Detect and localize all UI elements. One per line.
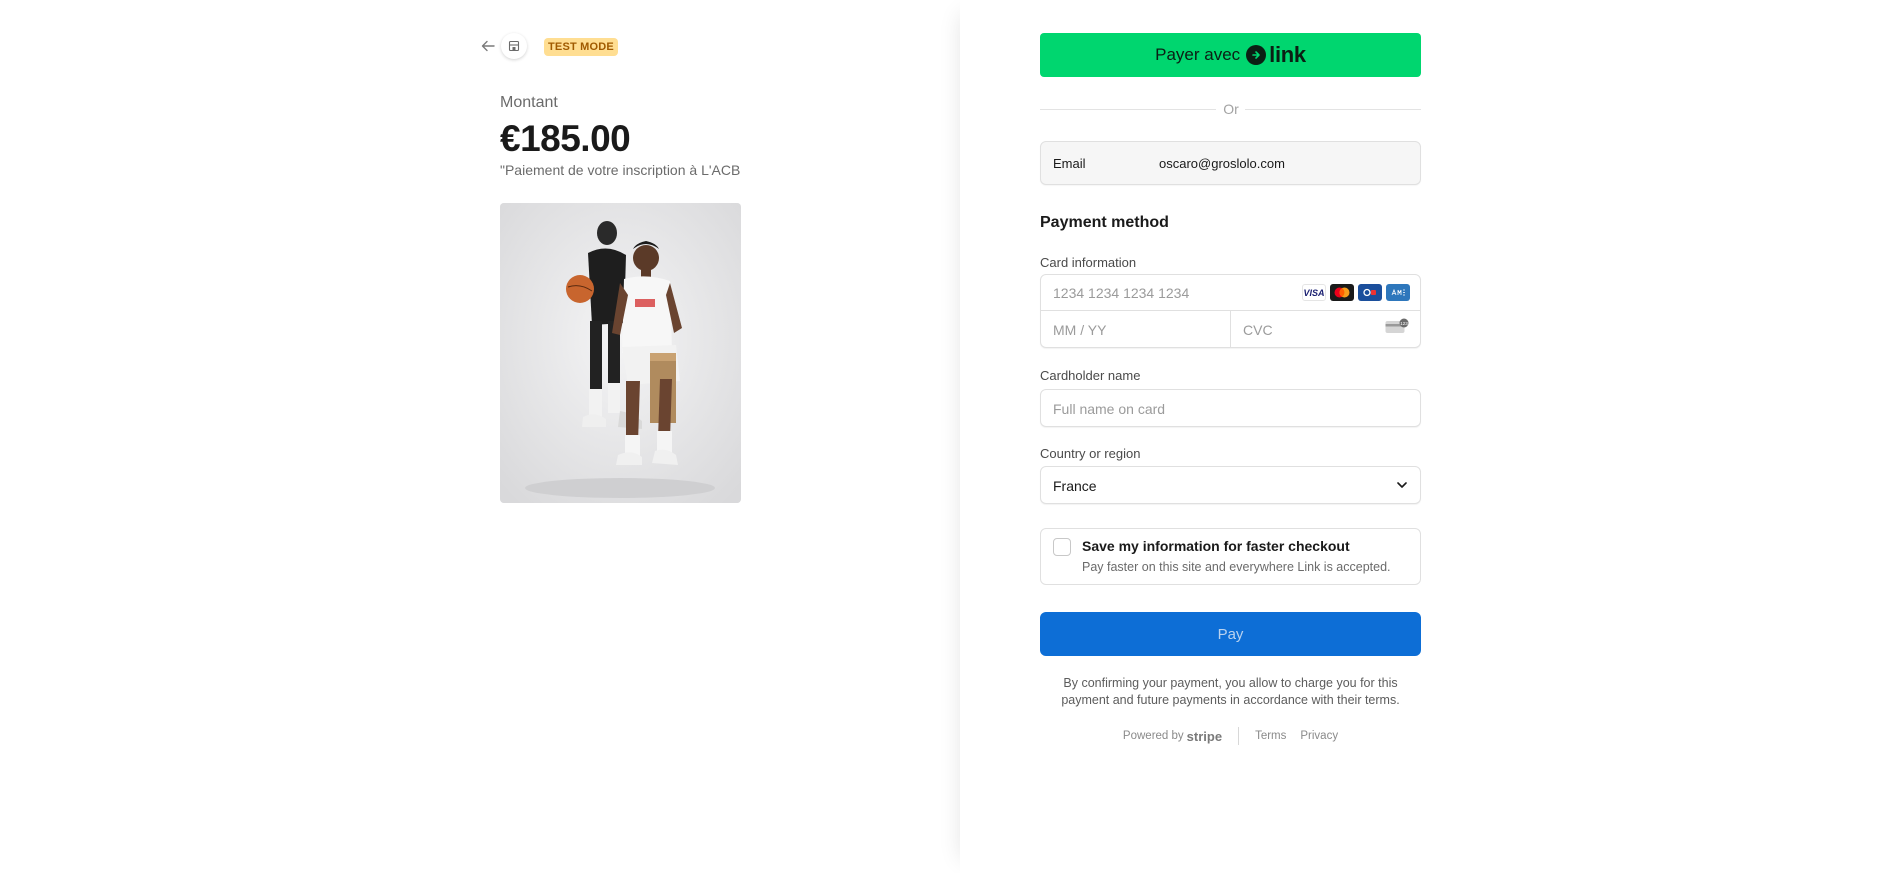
cardholder-placeholder: Full name on card xyxy=(1053,401,1166,417)
test-mode-badge: TEST MODE xyxy=(544,38,618,56)
email-value: oscaro@groslolo.com xyxy=(1159,156,1285,171)
link-button-prefix: Payer avec xyxy=(1155,45,1241,64)
divider-or: Or xyxy=(1223,101,1239,117)
save-info-checkbox[interactable] xyxy=(1053,538,1071,556)
link-logo: link xyxy=(1246,42,1306,68)
card-information-label: Card information xyxy=(1040,255,1137,270)
legal-text: By confirming your payment, you allow to… xyxy=(1061,676,1400,707)
country-label: Country or region xyxy=(1040,446,1141,461)
payment-description: "Paiement de votre inscription à L'ACB xyxy=(500,162,741,178)
pay-with-link-button[interactable]: Payer avec link xyxy=(1040,33,1421,77)
cardholder-label: Cardholder name xyxy=(1040,368,1141,383)
link-logo-word: link xyxy=(1269,42,1306,67)
powered-by-label: Powered by xyxy=(1122,730,1184,742)
svg-text:123: 123 xyxy=(1400,321,1408,326)
amount-label: Montant xyxy=(500,94,558,111)
order-summary-pane: TEST MODE Montant €185.00 "Paiement de v… xyxy=(0,0,960,873)
cb-icon xyxy=(1358,284,1382,301)
card-number-placeholder: 1234 1234 1234 1234 xyxy=(1053,285,1190,301)
expiry-placeholder: MM / YY xyxy=(1053,322,1107,338)
pay-button[interactable]: Pay xyxy=(1040,612,1421,656)
visa-icon: VISA xyxy=(1302,284,1326,301)
store-icon xyxy=(508,40,520,52)
save-info-subtitle: Pay faster on this site and everywhere L… xyxy=(1082,560,1391,574)
privacy-link[interactable]: Privacy xyxy=(1300,730,1338,742)
divider-left xyxy=(1040,109,1216,110)
pay-button-label: Pay xyxy=(1217,625,1244,643)
amex-icon xyxy=(1386,284,1410,301)
cvc-placeholder: CVC xyxy=(1243,322,1273,338)
chevron-down-icon xyxy=(1397,482,1407,488)
footer-separator xyxy=(1238,727,1240,745)
store-button[interactable] xyxy=(501,33,527,59)
footer: Powered by stripe Terms Privacy xyxy=(1040,727,1421,745)
terms-link[interactable]: Terms xyxy=(1255,730,1286,742)
card-cvc-input[interactable]: CVC 123 xyxy=(1231,311,1421,348)
payment-method-title: Payment method xyxy=(1040,214,1169,231)
card-number-input[interactable]: 1234 1234 1234 1234 VISA xyxy=(1041,275,1420,311)
cardholder-name-input[interactable]: Full name on card xyxy=(1040,389,1421,427)
card-expiry-input[interactable]: MM / YY xyxy=(1041,311,1231,348)
back-button[interactable] xyxy=(478,36,498,56)
email-label: Email xyxy=(1053,156,1086,171)
country-select[interactable]: France xyxy=(1040,466,1421,504)
arrow-left-icon xyxy=(481,40,495,52)
product-image xyxy=(500,203,741,503)
save-info-option: Save my information for faster checkout … xyxy=(1040,528,1421,585)
link-arrow-icon xyxy=(1246,45,1267,65)
country-value: France xyxy=(1053,478,1097,494)
card-brand-list: VISA xyxy=(1302,284,1410,301)
divider-right xyxy=(1245,109,1421,110)
cvc-card-icon: 123 xyxy=(1385,318,1409,333)
mastercard-icon xyxy=(1330,284,1354,301)
amount-value: €185.00 xyxy=(500,118,631,159)
email-field[interactable]: Email oscaro@groslolo.com xyxy=(1040,141,1421,185)
save-info-title: Save my information for faster checkout xyxy=(1082,538,1350,554)
stripe-logo[interactable]: stripe xyxy=(1187,729,1222,744)
card-information-group: 1234 1234 1234 1234 VISA MM / YY CVC 123 xyxy=(1040,274,1421,348)
